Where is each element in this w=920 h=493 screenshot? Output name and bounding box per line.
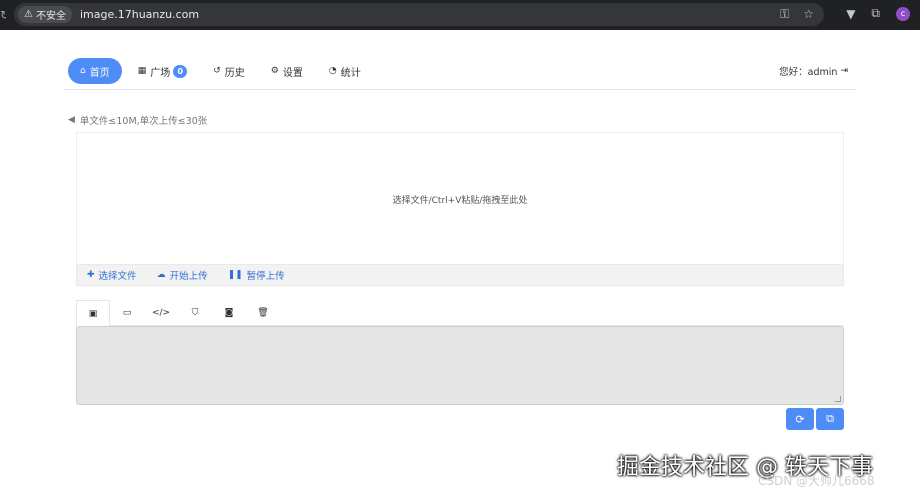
reload-icon[interactable]: ↻ xyxy=(0,8,6,22)
tab-code[interactable]: </> xyxy=(144,300,178,326)
start-upload-button[interactable]: ☁ 开始上传 xyxy=(157,268,208,282)
pause-upload-button[interactable]: ❚❚ 暂停上传 xyxy=(228,268,285,282)
nav-item-stats[interactable]: ◔ 统计 xyxy=(319,58,371,84)
notice-text: 单文件≤10M,单次上传≤30张 xyxy=(79,116,208,127)
tab-trash[interactable]: 🗑 xyxy=(246,300,280,326)
profile-avatar[interactable]: c xyxy=(896,6,910,21)
refresh-button[interactable]: ⟳ xyxy=(786,408,814,430)
select-file-label: 选择文件 xyxy=(98,271,137,282)
cloud-upload-icon: ☁ xyxy=(156,270,166,280)
nav-item-label: 历史 xyxy=(224,67,245,79)
nav-item-label: 设置 xyxy=(282,67,303,79)
plus-icon: ✚ xyxy=(87,270,95,280)
copy-button[interactable]: ⧉ xyxy=(816,408,844,430)
browser-toolbar: ↻ ⚠ 不安全 image.17huanzu.com ⚿ ☆ ▼ ⧉ c xyxy=(0,0,920,30)
star-icon[interactable]: ☆ xyxy=(803,7,814,22)
image-icon: ▣ xyxy=(88,308,98,319)
history-icon: ↺ xyxy=(213,66,221,76)
main-nav: ⌂ 首页 ▦ 广场 0 ↺ 历史 ⚙ 设置 ◔ 统计 您好：admin ⇥ xyxy=(64,56,856,90)
html5-icon: ⛉ xyxy=(191,308,199,318)
security-label: 不安全 xyxy=(35,11,66,22)
key-icon[interactable]: ⚿ xyxy=(780,7,789,22)
pause-icon: ❚❚ xyxy=(227,270,243,280)
nav-item-square[interactable]: ▦ 广场 0 xyxy=(128,58,198,84)
link-output-textarea[interactable] xyxy=(76,326,844,405)
tab-image[interactable]: ▣ xyxy=(76,300,110,327)
nav-item-history[interactable]: ↺ 历史 xyxy=(203,58,255,84)
code-icon: </> xyxy=(151,308,171,318)
comment-icon: ▭ xyxy=(122,308,132,318)
dropzone-hint: 选择文件/Ctrl+V粘贴/拖拽至此处 xyxy=(392,196,528,206)
upload-toolbar: ✚ 选择文件 ☁ 开始上传 ❚❚ 暂停上传 xyxy=(76,264,844,286)
url-text: image.17huanzu.com xyxy=(79,8,200,21)
trash-icon: 🗑 xyxy=(257,308,269,318)
home-icon: ⌂ xyxy=(80,66,86,76)
greeting-text: 您好：admin xyxy=(779,67,838,78)
nav-item-home[interactable]: ⌂ 首页 xyxy=(68,58,122,84)
logout-icon[interactable]: ⇥ xyxy=(840,66,848,76)
pie-chart-icon: ◔ xyxy=(328,66,337,76)
warning-icon: ⚠ xyxy=(24,9,33,20)
security-chip[interactable]: ⚠ 不安全 xyxy=(18,6,72,23)
extensions-icon[interactable]: ⧉ xyxy=(871,6,880,21)
nav-item-label: 首页 xyxy=(89,67,110,79)
user-greeting[interactable]: 您好：admin ⇥ xyxy=(779,64,848,78)
tab-comment[interactable]: ▭ xyxy=(110,300,144,326)
nav-item-label: 统计 xyxy=(340,67,361,79)
start-upload-label: 开始上传 xyxy=(169,271,208,282)
nav-item-label: 广场 xyxy=(150,67,171,79)
resize-handle[interactable] xyxy=(835,396,841,402)
watermark-sub: CSDN @大帅儿6668 xyxy=(758,474,875,488)
nav-item-settings[interactable]: ⚙ 设置 xyxy=(261,58,313,84)
pause-upload-label: 暂停上传 xyxy=(246,271,285,282)
tab-html5[interactable]: ⛉ xyxy=(178,300,212,326)
copy-icon: ⧉ xyxy=(826,412,834,425)
output-format-tabs: ▣ ▭ </> ⛉ ◙ 🗑 xyxy=(76,300,844,327)
media-icon[interactable]: ▼ xyxy=(846,7,855,21)
upload-limit-notice: ◀ 单文件≤10M,单次上传≤30张 xyxy=(68,113,207,127)
refresh-icon: ⟳ xyxy=(795,412,805,426)
megaphone-icon: ◀ xyxy=(68,115,75,125)
camera-icon: ◙ xyxy=(224,308,234,318)
tab-camera[interactable]: ◙ xyxy=(212,300,246,326)
address-bar[interactable]: ⚠ 不安全 image.17huanzu.com ⚿ ☆ xyxy=(14,3,824,26)
cogs-icon: ⚙ xyxy=(270,66,279,76)
file-dropzone[interactable]: 选择文件/Ctrl+V粘贴/拖拽至此处 xyxy=(76,132,844,264)
count-badge: 0 xyxy=(173,64,188,78)
select-file-button[interactable]: ✚ 选择文件 xyxy=(87,268,137,282)
grid-icon: ▦ xyxy=(137,66,147,76)
